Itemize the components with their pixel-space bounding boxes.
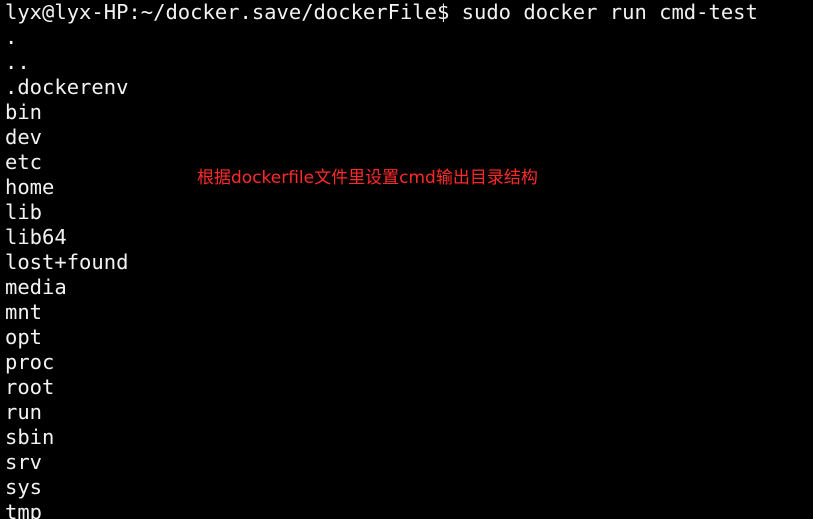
output-line: mnt [5,300,43,324]
output-line: .dockerenv [5,75,129,99]
command-prompt-line: lyx@lyx-HP:~/docker.save/dockerFile$ sud… [5,0,758,24]
output-line: bin [5,100,43,124]
output-line: opt [5,325,43,349]
output-line: proc [5,350,55,374]
output-line: root [5,375,55,399]
output-line: .. [5,50,30,74]
output-line: . [5,25,18,49]
output-line: lost+found [5,250,129,274]
output-line: run [5,400,43,424]
terminal-window[interactable]: lyx@lyx-HP:~/docker.save/dockerFile$ sud… [0,0,813,519]
output-line: lib64 [5,225,67,249]
output-line: tmp [5,500,43,519]
output-line: sbin [5,425,55,449]
output-line: srv [5,450,43,474]
output-line: dev [5,125,43,149]
terminal-output: lyx@lyx-HP:~/docker.save/dockerFile$ sud… [5,0,758,519]
output-line: media [5,275,67,299]
annotation-note: 根据dockerfile文件里设置cmd输出目录结构 [197,168,538,188]
output-line: lib [5,200,43,224]
output-line: sys [5,475,43,499]
